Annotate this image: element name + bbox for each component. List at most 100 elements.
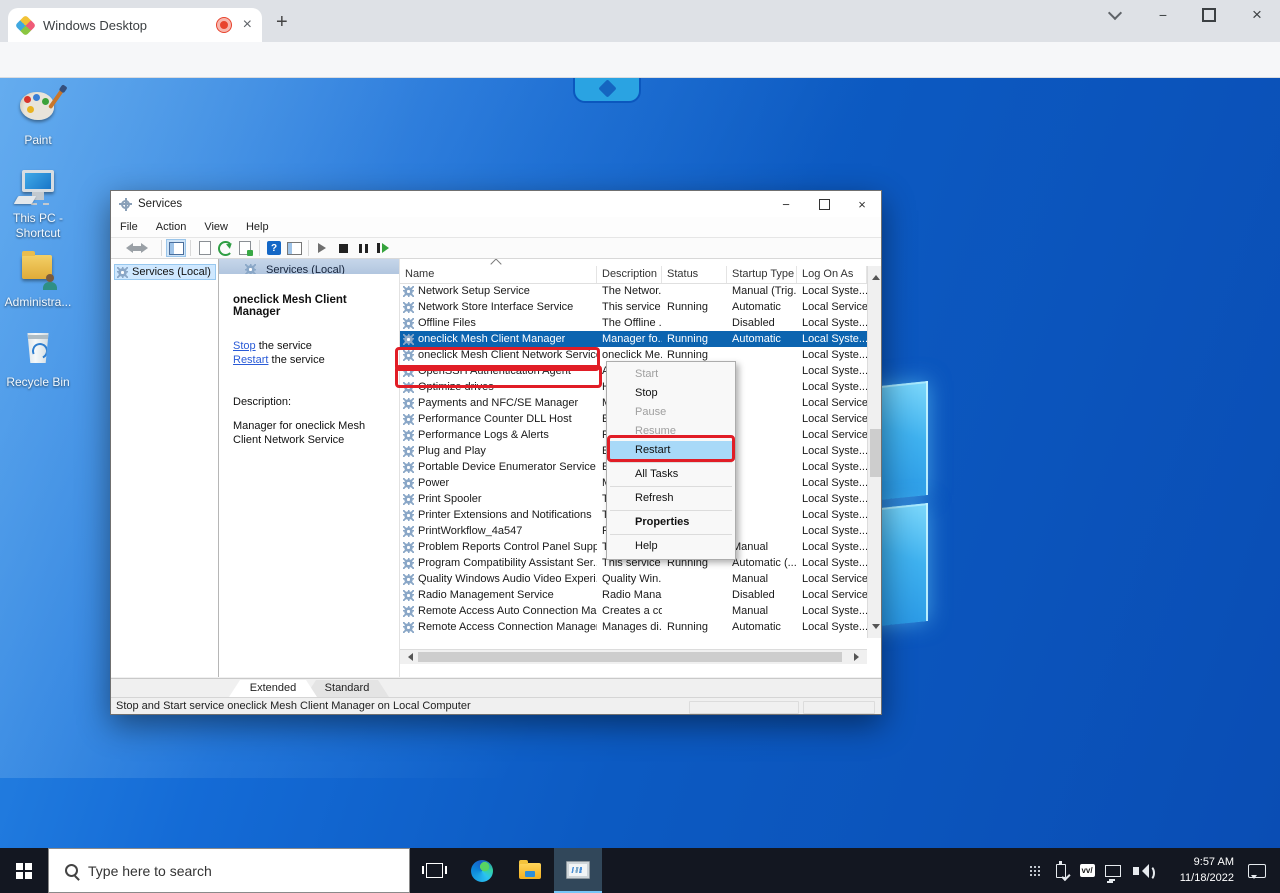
stop-service-link[interactable]: Stop <box>233 340 256 352</box>
app-tray-button[interactable]: vv/ <box>1074 848 1100 893</box>
menu-file[interactable]: File <box>111 221 147 233</box>
network-tray-button[interactable] <box>1100 848 1126 893</box>
stop-service-icon[interactable] <box>333 239 353 257</box>
service-logon: Local Syste... <box>797 555 867 571</box>
window-icon[interactable] <box>284 239 304 257</box>
window-minimize-button[interactable]: − <box>767 191 805 217</box>
active-app-button[interactable] <box>554 848 602 893</box>
service-startup <box>727 395 797 411</box>
context-menu-all-tasks[interactable]: All Tasks <box>607 465 735 484</box>
refresh-icon[interactable] <box>215 239 235 257</box>
task-view-button[interactable] <box>410 848 458 893</box>
clock-time: 9:57 AM <box>1162 855 1234 870</box>
tab-close-icon[interactable]: × <box>243 17 252 33</box>
column-header-description[interactable]: Description <box>597 266 662 283</box>
diamond-icon <box>598 79 616 97</box>
window-maximize-button[interactable] <box>805 191 843 217</box>
edge-button[interactable] <box>458 848 506 893</box>
scroll-right-icon[interactable] <box>854 653 863 661</box>
desktop-icon-administrator[interactable]: Administra... <box>0 250 76 310</box>
vertical-scrollbar[interactable] <box>867 266 881 638</box>
service-row[interactable]: Offline FilesThe Offline ...DisabledLoca… <box>400 315 867 331</box>
service-row[interactable]: Network Setup ServiceThe Networ...Manual… <box>400 283 867 299</box>
forward-icon[interactable] <box>137 239 157 257</box>
column-header-status[interactable]: Status <box>662 266 727 283</box>
service-logon: Local Syste... <box>797 539 867 555</box>
service-row[interactable]: Network Store Interface ServiceThis serv… <box>400 299 867 315</box>
horizontal-scrollbar[interactable] <box>400 649 867 664</box>
window-close-button[interactable]: × <box>843 191 881 217</box>
restart-service-line: Restart the service <box>233 354 391 366</box>
hidden-icons-grid-icon <box>1029 865 1041 877</box>
tree-item-services-local[interactable]: Services (Local) <box>114 264 216 280</box>
pause-service-icon[interactable] <box>353 239 373 257</box>
service-startup: Manual (Trig... <box>727 283 797 299</box>
desktop-icon-this-pc[interactable]: This PC - Shortcut <box>0 166 76 241</box>
column-header-startup-type[interactable]: Startup Type <box>727 266 797 283</box>
service-name: Printer Extensions and Notifications <box>418 507 592 523</box>
export-list-icon[interactable] <box>235 239 255 257</box>
taskbar-clock[interactable]: 9:57 AM 11/18/2022 <box>1162 855 1234 886</box>
service-status: Running <box>662 299 727 315</box>
show-tree-icon[interactable] <box>166 239 186 257</box>
service-logon: Local Syste... <box>797 523 867 539</box>
context-menu-stop[interactable]: Stop <box>607 384 735 403</box>
menu-action[interactable]: Action <box>147 221 196 233</box>
column-header-name[interactable]: Name <box>400 266 597 283</box>
service-gear-icon <box>403 286 414 297</box>
edge-icon <box>471 860 493 882</box>
desktop-icon-recycle-bin[interactable]: Recycle Bin <box>0 330 76 390</box>
browser-maximize-button[interactable] <box>1189 2 1229 28</box>
service-name: Radio Management Service <box>418 587 554 603</box>
browser-tab[interactable]: Windows Desktop × <box>8 8 262 42</box>
service-description: Creates a co... <box>597 603 662 619</box>
desktop-icon-paint[interactable]: Paint <box>0 88 76 148</box>
tab-search-button[interactable] <box>1095 2 1135 28</box>
annotation-box-mesh-client-network-service <box>395 365 602 388</box>
service-row[interactable]: Radio Management ServiceRadio Mana...Dis… <box>400 587 867 603</box>
context-menu-help[interactable]: Help <box>607 537 735 556</box>
hidden-icons-button[interactable] <box>1022 848 1048 893</box>
start-button[interactable] <box>0 848 48 893</box>
service-name: Quality Windows Audio Video Experi... <box>418 571 597 587</box>
scroll-up-icon[interactable] <box>872 271 880 280</box>
context-menu-properties[interactable]: Properties <box>607 513 735 532</box>
remote-toolbar-handle[interactable] <box>573 78 641 103</box>
back-icon[interactable] <box>117 239 137 257</box>
usb-tray-button[interactable] <box>1048 848 1074 893</box>
vertical-scroll-thumb[interactable] <box>870 429 881 477</box>
tab-extended[interactable]: Extended <box>229 680 317 697</box>
taskbar-search-input[interactable]: Type here to search <box>48 848 410 893</box>
volume-tray-button[interactable] <box>1126 848 1152 893</box>
services-titlebar[interactable]: Services − × <box>111 191 881 217</box>
tab-standard[interactable]: Standard <box>305 680 389 697</box>
service-row[interactable]: oneclick Mesh Client ManagerManager fo..… <box>400 331 867 347</box>
service-row[interactable]: Remote Access Connection ManagerManages … <box>400 619 867 635</box>
tab-title: Windows Desktop <box>43 18 217 33</box>
service-row[interactable]: Remote Access Auto Connection Ma...Creat… <box>400 603 867 619</box>
scroll-left-icon[interactable] <box>404 653 413 661</box>
restart-service-link[interactable]: Restart <box>233 354 268 366</box>
export-icon[interactable] <box>195 239 215 257</box>
file-explorer-button[interactable] <box>506 848 554 893</box>
search-placeholder: Type here to search <box>88 863 212 879</box>
restart-service-icon[interactable] <box>373 239 393 257</box>
horizontal-scroll-thumb[interactable] <box>418 652 842 662</box>
service-logon: Local Syste... <box>797 475 867 491</box>
menu-view[interactable]: View <box>195 221 237 233</box>
help-icon[interactable]: ? <box>264 239 284 257</box>
service-gear-icon <box>403 302 414 313</box>
start-service-icon[interactable] <box>313 239 333 257</box>
action-center-icon[interactable] <box>1248 864 1266 878</box>
service-logon: Local Service <box>797 427 867 443</box>
scroll-down-icon[interactable] <box>872 624 880 633</box>
service-name: Problem Reports Control Panel Supp... <box>418 539 597 555</box>
browser-minimize-button[interactable]: − <box>1143 2 1183 28</box>
column-header-log-on-as[interactable]: Log On As <box>797 266 867 283</box>
browser-close-button[interactable]: × <box>1237 2 1277 28</box>
menu-help[interactable]: Help <box>237 221 278 233</box>
new-tab-button[interactable]: + <box>276 12 288 32</box>
service-row[interactable]: Quality Windows Audio Video Experi...Qua… <box>400 571 867 587</box>
service-description: Manager fo... <box>597 331 662 347</box>
context-menu-refresh[interactable]: Refresh <box>607 489 735 508</box>
